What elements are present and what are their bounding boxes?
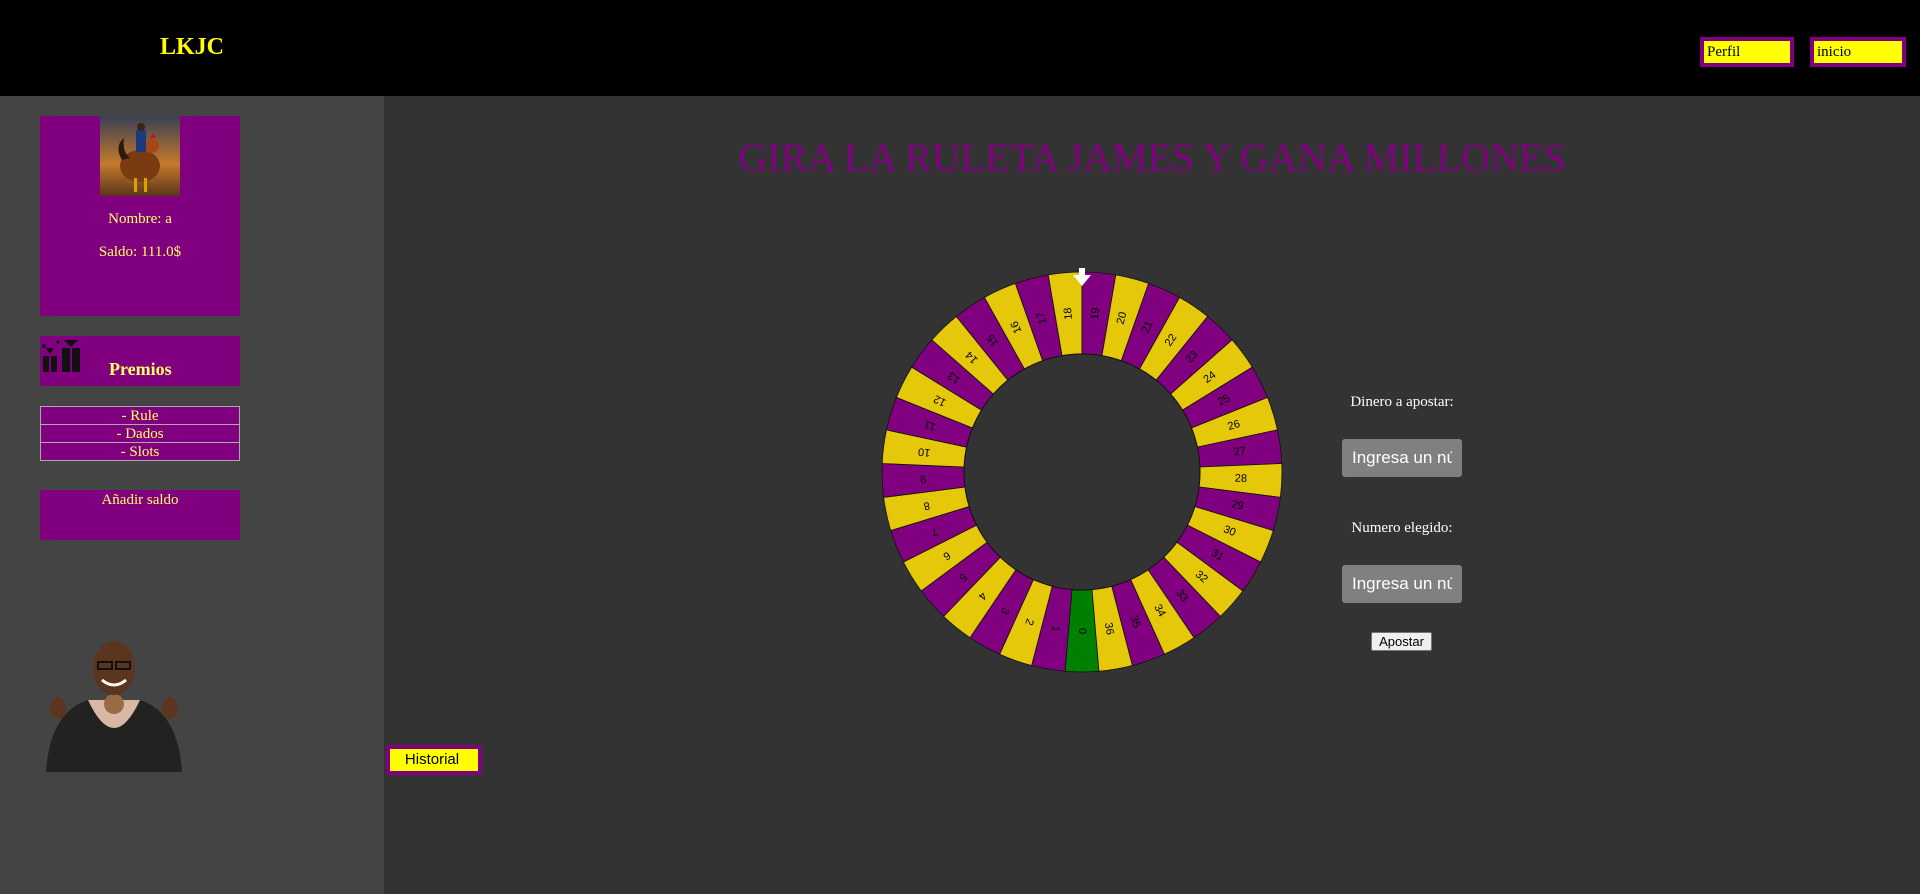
add-balance-button[interactable]: Añadir saldo: [40, 490, 240, 540]
prizes-label: Premios: [109, 359, 172, 379]
wheel-number-label: 18: [1062, 307, 1075, 320]
roulette-wheel[interactable]: 0 1 2 3 4 5 6 7 8 9 10 11 12 13 14 15 16 17 18 19 20 21 22 23 24…: [880, 268, 1284, 681]
add-balance-label: Añadir saldo: [101, 492, 179, 508]
game-link-roulette[interactable]: - Rule: [40, 406, 240, 425]
number-label: Numero elegido:: [1351, 520, 1453, 536]
profile-name: Nombre: a: [108, 211, 172, 227]
game-link-dice[interactable]: - Dados: [40, 424, 240, 443]
prizes-button[interactable]: Premios: [40, 336, 240, 386]
app-logo[interactable]: LKJC: [160, 34, 224, 61]
gift-icon: [40, 338, 82, 381]
mascot-image: [44, 638, 184, 772]
page-title: GIRA LA RULETA JAMES Y GANA MILLONES: [738, 135, 1566, 180]
wheel-number-label: 9: [920, 473, 927, 485]
wheel-center: [963, 353, 1201, 591]
bet-button[interactable]: Apostar: [1371, 632, 1432, 651]
wheel-number-label: 19: [1089, 307, 1102, 320]
amount-input[interactable]: [1342, 439, 1462, 477]
wheel-number-label: 10: [917, 445, 931, 458]
number-input[interactable]: [1342, 565, 1462, 603]
games-menu: - Rule - Dados - Slots: [40, 406, 240, 461]
profile-card: Nombre: a Saldo: 111.0$: [40, 116, 240, 316]
profile-balance: Saldo: 111.0$: [98, 244, 182, 260]
avatar: [100, 116, 180, 196]
home-button[interactable]: inicio: [1810, 37, 1906, 67]
wheel-number-label: 28: [1234, 472, 1247, 485]
profile-button[interactable]: Perfil: [1700, 37, 1794, 67]
amount-label: Dinero a apostar:: [1350, 394, 1454, 410]
top-bar: LKJC Perfil inicio: [0, 0, 1920, 96]
wheel-number-label: 27: [1233, 445, 1247, 458]
wheel-number-label: 0: [1076, 628, 1088, 634]
history-button[interactable]: Historial: [386, 745, 482, 775]
wheel-number-label: 36: [1102, 622, 1116, 636]
wheel-number-label: 29: [1230, 498, 1245, 512]
game-link-slots[interactable]: - Slots: [40, 442, 240, 461]
